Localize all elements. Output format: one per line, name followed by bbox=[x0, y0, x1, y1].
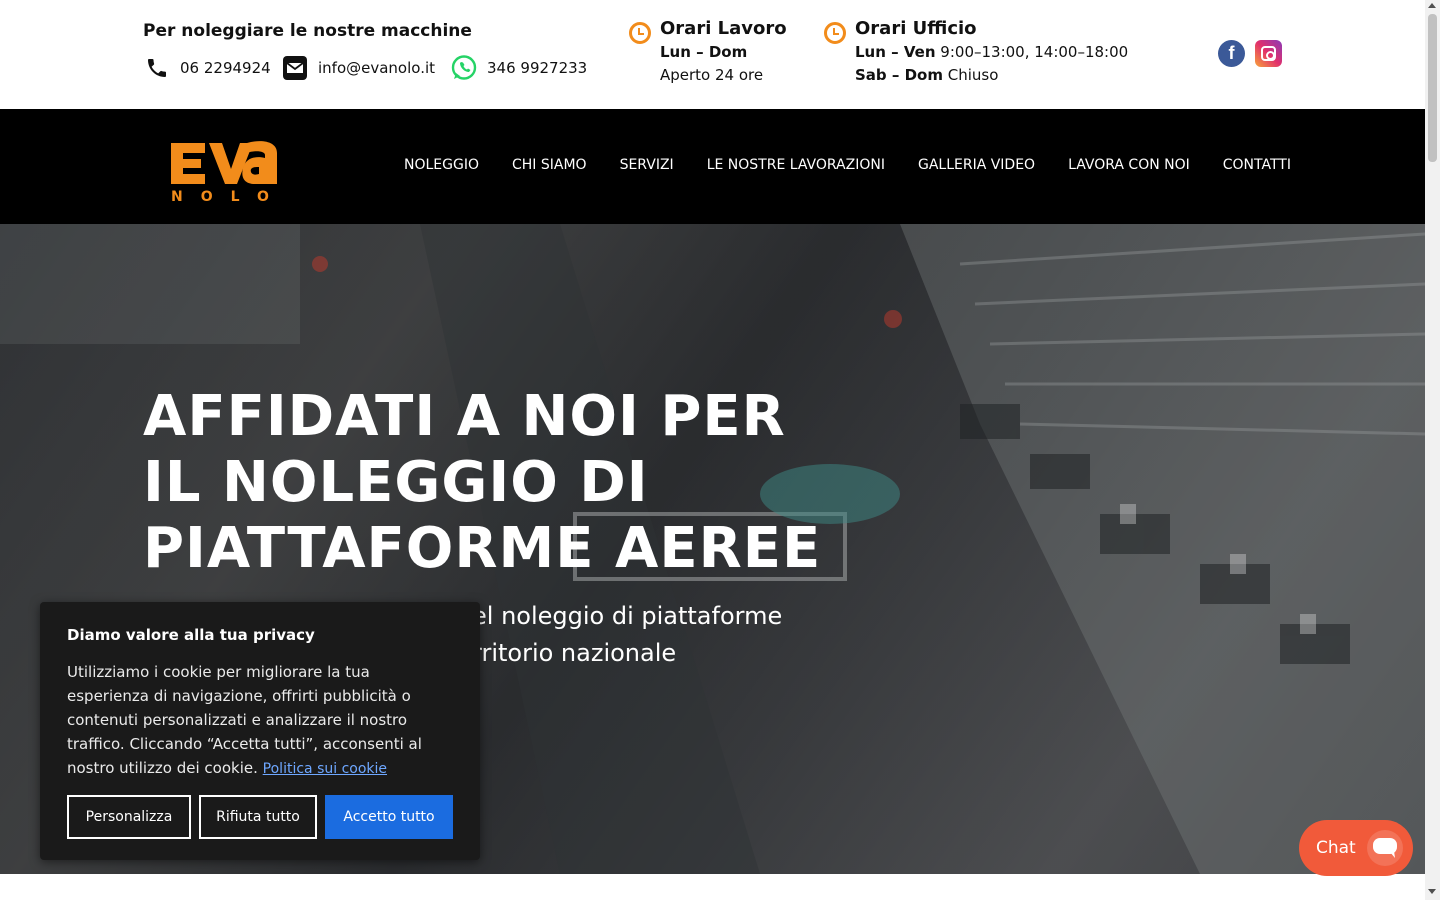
phone-number: 06 2294924 bbox=[180, 59, 271, 77]
cookie-consent-banner: Diamo valore alla tua privacy Utilizziam… bbox=[40, 602, 480, 860]
clock-icon bbox=[629, 22, 651, 44]
whatsapp-number: 346 9927233 bbox=[487, 59, 588, 77]
nav-item-lavora-con-noi[interactable]: LAVORA CON NOI bbox=[1068, 157, 1190, 173]
work-hours: Orari Lavoro Lun – Dom Aperto 24 ore bbox=[629, 18, 809, 98]
cookie-policy-link[interactable]: Politica sui cookie bbox=[263, 761, 387, 777]
main-navigation: NOLO NOLEGGIO CHI SIAMO SERVIZI LE NOSTR… bbox=[0, 109, 1425, 224]
office-weekday-time: 9:00–13:00, 14:00–18:00 bbox=[940, 43, 1129, 61]
nav-item-noleggio[interactable]: NOLEGGIO bbox=[404, 157, 479, 173]
nav-menu: NOLEGGIO CHI SIAMO SERVIZI LE NOSTRE LAV… bbox=[404, 157, 1324, 173]
rental-heading: Per noleggiare le nostre macchine bbox=[143, 21, 472, 41]
nav-item-galleria-video[interactable]: GALLERIA VIDEO bbox=[918, 157, 1035, 173]
hero-subtitle-text: el noleggio di piattaforme rritorio nazi… bbox=[472, 602, 783, 667]
phone-icon bbox=[143, 54, 171, 82]
nav-item-contatti[interactable]: CONTATTI bbox=[1223, 157, 1291, 173]
accept-all-button[interactable]: Accetto tutto bbox=[325, 795, 453, 839]
chat-bubble-icon bbox=[1367, 830, 1403, 866]
nav-item-chi-siamo[interactable]: CHI SIAMO bbox=[512, 157, 587, 173]
svg-text:NOLO: NOLO bbox=[171, 189, 287, 204]
scroll-down-icon[interactable] bbox=[1428, 889, 1436, 894]
top-info-bar: Per noleggiare le nostre macchine 06 229… bbox=[0, 0, 1425, 109]
email-contact[interactable]: info@evanolo.it bbox=[281, 54, 435, 82]
work-hours-days: Lun – Dom bbox=[660, 43, 748, 61]
customize-button[interactable]: Personalizza bbox=[67, 795, 191, 839]
email-address: info@evanolo.it bbox=[318, 59, 436, 77]
instagram-icon[interactable] bbox=[1255, 40, 1282, 67]
envelope-icon bbox=[281, 54, 309, 82]
facebook-icon[interactable]: f bbox=[1218, 40, 1245, 67]
chat-label: Chat bbox=[1316, 838, 1356, 858]
office-weekend-status: Chiuso bbox=[947, 66, 999, 84]
nav-item-servizi[interactable]: SERVIZI bbox=[620, 157, 674, 173]
phone-contact[interactable]: 06 2294924 bbox=[143, 54, 271, 82]
work-hours-title: Orari Lavoro bbox=[660, 18, 787, 39]
office-weekday-days: Lun – Ven bbox=[855, 43, 936, 61]
whatsapp-icon bbox=[450, 54, 478, 82]
scroll-up-icon[interactable] bbox=[1428, 3, 1436, 8]
chat-button[interactable]: Chat bbox=[1299, 820, 1413, 876]
cookie-title: Diamo valore alla tua privacy bbox=[67, 626, 315, 644]
nav-item-lavorazioni[interactable]: LE NOSTRE LAVORAZIONI bbox=[707, 157, 885, 173]
work-hours-status: Aperto 24 ore bbox=[660, 66, 764, 84]
cookie-description: Utilizziamo i cookie per migliorare la t… bbox=[67, 660, 453, 781]
office-hours: Orari Ufficio Lun – Ven 9:00–13:00, 14:0… bbox=[824, 18, 1144, 98]
office-weekend-days: Sab – Dom bbox=[855, 66, 943, 84]
office-hours-title: Orari Ufficio bbox=[855, 18, 977, 39]
whatsapp-contact[interactable]: 346 9927233 bbox=[450, 54, 587, 82]
cookie-text: Utilizziamo i cookie per migliorare la t… bbox=[67, 663, 422, 777]
eva-nolo-logo[interactable]: NOLO bbox=[163, 129, 293, 205]
page-scrollbar[interactable] bbox=[1425, 0, 1440, 900]
reject-all-button[interactable]: Rifiuta tutto bbox=[199, 795, 317, 839]
hero-title: AFFIDATI A NOI PER IL NOLEGGIO DI PIATTA… bbox=[143, 384, 822, 581]
scroll-thumb[interactable] bbox=[1428, 14, 1437, 162]
clock-icon bbox=[824, 22, 846, 44]
